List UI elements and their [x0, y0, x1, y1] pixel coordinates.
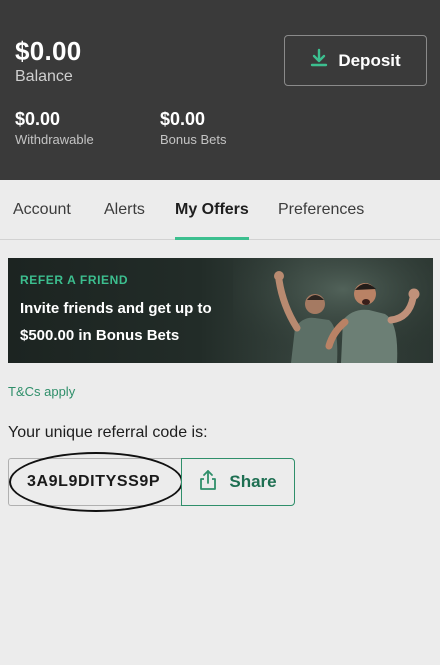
refer-a-friend-banner[interactable]: REFER A FRIEND Invite friends and get up… [8, 258, 433, 363]
tab-alerts[interactable]: Alerts [104, 201, 145, 219]
bonus-bets-amount: $0.00 [160, 109, 206, 129]
withdrawable-amount: $0.00 [15, 109, 61, 129]
share-icon [199, 469, 217, 496]
highlight-oval [9, 452, 183, 512]
withdrawable-label: Withdrawable [15, 132, 94, 147]
referral-code-title: Your unique referral code is: [8, 424, 208, 441]
tab-account[interactable]: Account [13, 201, 71, 219]
balance-amount: $0.00 [15, 36, 82, 66]
share-button[interactable]: Share [181, 458, 295, 506]
tab-my-offers[interactable]: My Offers [175, 201, 249, 219]
celebrating-players-image [233, 258, 433, 363]
balance-label: Balance [15, 68, 73, 85]
account-header: $0.00 Balance Deposit $0.00 Withdrawable… [0, 0, 440, 180]
banner-headline-line-2: $500.00 in Bonus Bets [20, 327, 180, 344]
share-label: Share [229, 472, 277, 491]
bonus-bets-label: Bonus Bets [160, 132, 227, 147]
tab-preferences[interactable]: Preferences [278, 201, 364, 219]
deposit-label: Deposit [338, 50, 401, 70]
download-icon [310, 48, 328, 73]
account-tabs: Account Alerts My Offers Preferences [0, 180, 440, 240]
banner-eyebrow: REFER A FRIEND [20, 273, 129, 287]
terms-link[interactable]: T&Cs apply [8, 384, 75, 399]
banner-headline-line-1: Invite friends and get up to [20, 300, 212, 317]
deposit-button[interactable]: Deposit [284, 35, 427, 86]
active-tab-indicator [175, 237, 249, 240]
